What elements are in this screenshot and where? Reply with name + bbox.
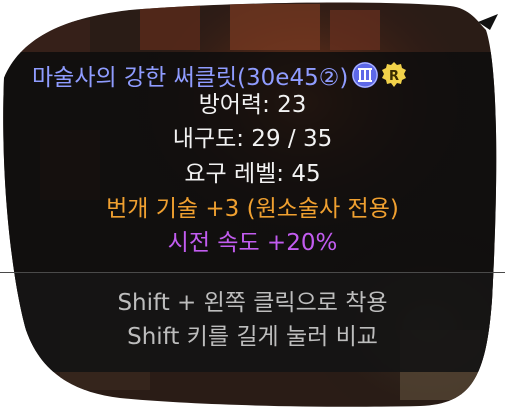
- defense-stat: 방어력: 23: [198, 92, 307, 118]
- cast-speed-stat: 시전 속도 +20%: [167, 230, 338, 256]
- game-scene: 마술사의 강한 써클릿(30e45②) R 방어력: 23 내구도: 29 / …: [0, 0, 505, 408]
- compare-hint: Shift 키를 길게 눌러 비교: [127, 324, 378, 350]
- roman-numeral-three-badge-icon: [352, 62, 379, 88]
- item-name: 마술사의 강한 써클릿(30e45②): [32, 65, 349, 91]
- equip-hint: Shift + 왼쪽 클릭으로 착용: [117, 290, 388, 316]
- tooltip-divider: [0, 272, 505, 273]
- skill-bonus-stat: 번개 기술 +3 (원소술사 전용): [106, 196, 399, 222]
- r-rarity-badge-icon: R: [380, 61, 408, 89]
- durability-stat: 내구도: 29 / 35: [172, 126, 333, 152]
- rarity-badge-letter: R: [389, 69, 399, 84]
- level-requirement: 요구 레벨: 45: [184, 161, 321, 187]
- item-title-row: 마술사의 강한 써클릿(30e45②) R: [32, 58, 408, 92]
